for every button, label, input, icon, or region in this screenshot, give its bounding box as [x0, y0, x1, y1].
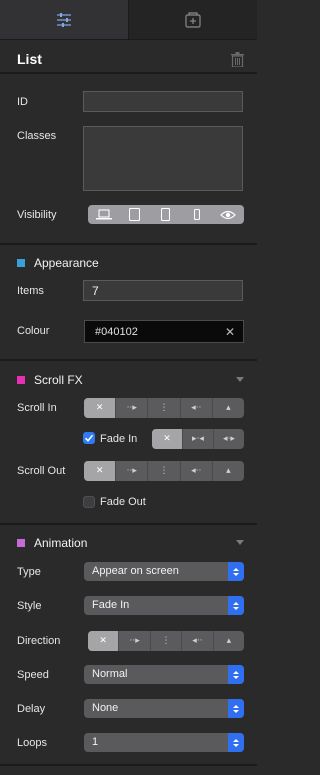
- divider: [0, 72, 257, 74]
- fade-out-label: Fade Out: [100, 496, 146, 508]
- arrow-left-icon[interactable]: ◂‧‧: [179, 398, 212, 418]
- animation-color-square: [17, 539, 25, 547]
- arrow-down-icon[interactable]: ⋮: [147, 461, 179, 481]
- divider: [0, 523, 257, 525]
- collapse-caret-icon[interactable]: [236, 540, 244, 545]
- arrow-right-icon[interactable]: ‧‧▸: [115, 461, 147, 481]
- divider: [0, 243, 257, 245]
- select-chevrons-icon: [228, 596, 244, 615]
- trash-icon[interactable]: [231, 52, 244, 67]
- scroll-fx-title: Scroll FX: [34, 373, 83, 387]
- classes-label: Classes: [17, 130, 57, 142]
- select-chevrons-icon: [228, 562, 244, 581]
- select-chevrons-icon: [228, 733, 244, 752]
- divider: [0, 359, 257, 361]
- fade-outward-icon[interactable]: ◂‧▸: [213, 429, 244, 449]
- tab-properties[interactable]: [0, 0, 129, 39]
- arrow-right-icon[interactable]: ‧‧▸: [115, 398, 147, 418]
- visibility-toggle-group: [88, 205, 244, 224]
- animation-title: Animation: [34, 536, 88, 550]
- items-value: 7: [92, 284, 99, 298]
- tablet-portrait-icon[interactable]: [151, 205, 181, 224]
- sliders-icon: [57, 12, 71, 27]
- fade-in-label: Fade In: [100, 433, 138, 445]
- scroll-out-label: Scroll Out: [17, 465, 66, 477]
- none-icon[interactable]: ✕: [84, 398, 116, 418]
- colour-field[interactable]: #040102 ✕: [84, 320, 244, 343]
- scroll-out-direction-group: ✕ ‧‧▸ ⋮ ◂‧‧ ▴: [84, 461, 244, 481]
- speed-value: Normal: [92, 668, 128, 680]
- type-value: Appear on screen: [92, 565, 179, 577]
- speed-label: Speed: [17, 669, 49, 681]
- colour-value: #040102: [95, 326, 138, 338]
- appearance-color-square: [17, 259, 25, 267]
- none-icon[interactable]: ✕: [88, 631, 119, 651]
- scroll-in-direction-group: ✕ ‧‧▸ ⋮ ◂‧‧ ▴: [84, 398, 244, 418]
- delay-label: Delay: [17, 703, 46, 715]
- laptop-icon[interactable]: [89, 205, 119, 224]
- none-icon[interactable]: ✕: [84, 461, 116, 481]
- loops-select[interactable]: 1: [84, 733, 244, 752]
- select-chevrons-icon: [228, 665, 244, 684]
- id-field[interactable]: [83, 91, 243, 112]
- arrow-up-icon[interactable]: ▴: [212, 631, 244, 651]
- inspector-tab-bar: [0, 0, 257, 40]
- fade-out-checkbox[interactable]: [83, 496, 95, 508]
- items-field[interactable]: 7: [83, 280, 243, 301]
- select-chevrons-icon: [228, 699, 244, 718]
- fade-in-mode-group: ✕ ▸‧◂ ◂‧▸: [152, 429, 244, 449]
- visibility-label: Visibility: [17, 209, 57, 221]
- style-label: Style: [17, 600, 42, 612]
- classes-field[interactable]: [83, 126, 243, 191]
- scroll-in-label: Scroll In: [17, 402, 57, 414]
- clear-icon[interactable]: ✕: [225, 325, 235, 339]
- arrow-up-icon[interactable]: ▴: [211, 461, 244, 481]
- speed-select[interactable]: Normal: [84, 665, 244, 684]
- phone-icon[interactable]: [182, 205, 212, 224]
- type-label: Type: [17, 566, 41, 578]
- animation-header[interactable]: Animation: [17, 536, 87, 550]
- scroll-fx-color-square: [17, 376, 25, 384]
- add-box-icon: [185, 11, 201, 28]
- arrow-down-icon[interactable]: ⋮: [149, 631, 181, 651]
- checkmark-icon: [84, 434, 94, 442]
- loops-value: 1: [92, 736, 99, 748]
- direction-label: Direction: [17, 635, 61, 647]
- animation-direction-group: ✕ ‧‧▸ ⋮ ◂‧‧ ▴: [88, 631, 244, 651]
- arrow-left-icon[interactable]: ◂‧‧: [179, 461, 212, 481]
- arrow-right-icon[interactable]: ‧‧▸: [118, 631, 149, 651]
- colour-label: Colour: [17, 325, 50, 337]
- collapse-caret-icon[interactable]: [236, 377, 244, 382]
- loops-label: Loops: [17, 737, 47, 749]
- eye-icon[interactable]: [213, 205, 243, 224]
- items-label: Items: [17, 285, 44, 297]
- appearance-header[interactable]: Appearance: [17, 256, 99, 270]
- scroll-fx-header[interactable]: Scroll FX: [17, 373, 83, 387]
- divider: [0, 764, 257, 766]
- tab-add-element[interactable]: [129, 0, 257, 39]
- arrow-down-icon[interactable]: ⋮: [147, 398, 179, 418]
- style-value: Fade In: [92, 599, 130, 611]
- none-icon[interactable]: ✕: [152, 429, 182, 449]
- panel-title: List: [17, 51, 42, 67]
- delay-value: None: [92, 702, 119, 714]
- fade-inward-icon[interactable]: ▸‧◂: [182, 429, 213, 449]
- style-select[interactable]: Fade In: [84, 596, 244, 615]
- fade-in-checkbox[interactable]: [83, 432, 95, 444]
- delay-select[interactable]: None: [84, 699, 244, 718]
- type-select[interactable]: Appear on screen: [84, 562, 244, 581]
- id-label: ID: [17, 96, 28, 108]
- tablet-landscape-icon[interactable]: [120, 205, 150, 224]
- appearance-title: Appearance: [34, 256, 99, 270]
- arrow-left-icon[interactable]: ◂‧‧: [181, 631, 212, 651]
- arrow-up-icon[interactable]: ▴: [211, 398, 244, 418]
